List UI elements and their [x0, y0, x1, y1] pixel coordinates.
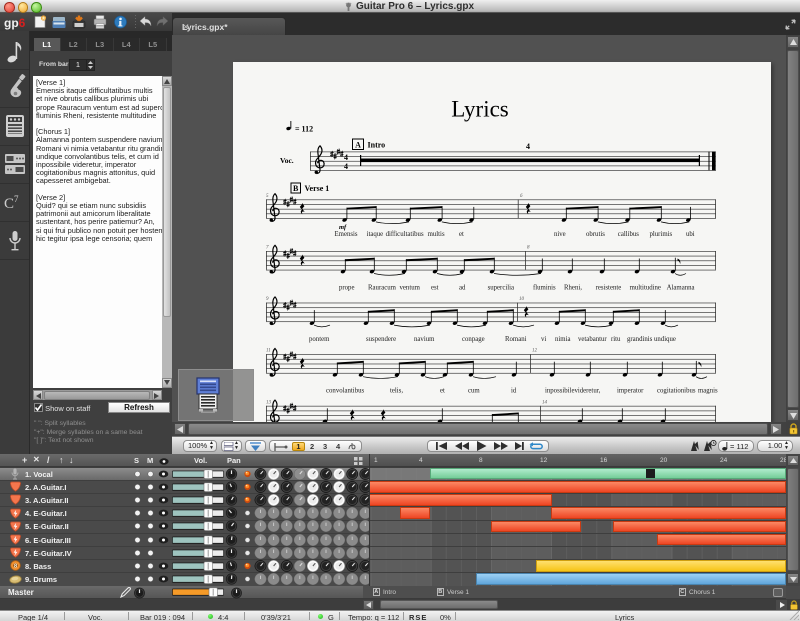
svg-text:13: 13 — [266, 400, 272, 405]
svg-text:plurimis: plurimis — [650, 231, 673, 238]
svg-text:fluminis: fluminis — [533, 285, 556, 292]
svg-text:= 112: = 112 — [295, 125, 313, 134]
svg-text:undique: undique — [654, 336, 676, 343]
svg-text:conpage: conpage — [462, 336, 485, 343]
svg-text:7: 7 — [266, 246, 269, 251]
svg-text:telis,: telis, — [390, 388, 403, 395]
svg-text:A: A — [355, 141, 361, 150]
svg-text:ritu: ritu — [611, 336, 621, 343]
svg-text:11: 11 — [266, 349, 271, 354]
svg-text:vi: vi — [541, 336, 546, 343]
svg-text:difficultatibus: difficultatibus — [386, 231, 424, 238]
svg-text:nimia: nimia — [555, 336, 570, 343]
svg-text:Lyrics: Lyrics — [451, 97, 509, 122]
svg-text:et: et — [459, 231, 464, 238]
svg-text:nive: nive — [554, 231, 566, 238]
svg-text:magnis: magnis — [698, 388, 718, 395]
svg-text:imperator: imperator — [617, 388, 644, 395]
svg-text:Voc.: Voc. — [280, 156, 294, 165]
svg-text:obrutis: obrutis — [586, 231, 605, 238]
svg-text:callibus: callibus — [618, 231, 639, 238]
svg-text:mf: mf — [339, 224, 347, 231]
svg-text:cum: cum — [468, 388, 480, 395]
svg-text:B: B — [293, 184, 299, 193]
svg-text:14: 14 — [542, 400, 548, 405]
svg-text:12: 12 — [532, 349, 538, 354]
svg-text:inpossibilevideretur,: inpossibilevideretur, — [545, 388, 601, 395]
svg-text:id: id — [511, 388, 517, 395]
svg-text:Alamanna: Alamanna — [667, 285, 695, 292]
svg-text:8: 8 — [13, 564, 16, 570]
svg-text:Verse 1: Verse 1 — [305, 184, 330, 193]
svg-text:ad: ad — [459, 285, 466, 292]
svg-text:suspendere: suspendere — [366, 336, 396, 343]
svg-text:4: 4 — [526, 142, 530, 151]
svg-text:pontem: pontem — [309, 336, 330, 343]
svg-text:Emensis: Emensis — [335, 231, 358, 238]
svg-text:ubi: ubi — [686, 231, 695, 238]
svg-text:Romani: Romani — [505, 336, 527, 343]
svg-text:multitudine: multitudine — [630, 285, 661, 292]
svg-text:grandinis: grandinis — [627, 336, 653, 343]
svg-text:Intro: Intro — [368, 141, 386, 150]
svg-text:cogitationibus: cogitationibus — [657, 388, 696, 395]
svg-text:Rheni,: Rheni, — [564, 285, 582, 292]
svg-text:convolantibus: convolantibus — [326, 388, 364, 395]
svg-text:multis: multis — [428, 231, 445, 238]
svg-text:prope: prope — [339, 285, 354, 292]
svg-text:supercilia: supercilia — [488, 285, 514, 292]
svg-text:4: 4 — [344, 162, 348, 171]
svg-text:Rauracum: Rauracum — [368, 285, 397, 292]
svg-text:6: 6 — [520, 194, 523, 199]
svg-text:resistente: resistente — [596, 285, 622, 292]
svg-text:10: 10 — [519, 297, 525, 302]
svg-text:4: 4 — [344, 153, 348, 162]
svg-text:et: et — [440, 388, 445, 395]
svg-text:navium: navium — [414, 336, 435, 343]
svg-text:9: 9 — [266, 297, 269, 302]
svg-text:est: est — [431, 285, 439, 292]
svg-text:ventum: ventum — [400, 285, 421, 292]
svg-text:5: 5 — [266, 194, 269, 199]
svg-text:8: 8 — [527, 246, 530, 251]
svg-text:vetabantur: vetabantur — [578, 336, 607, 343]
svg-text:itaque: itaque — [367, 231, 384, 238]
